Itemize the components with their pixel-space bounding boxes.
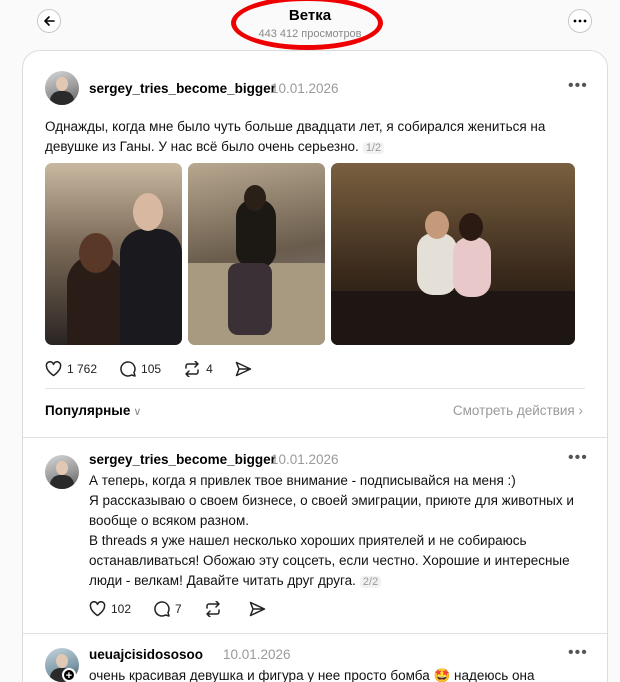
avatar[interactable]	[45, 455, 79, 489]
pagination-badge: 2/2	[359, 576, 382, 588]
chevron-right-icon: ›	[578, 403, 584, 418]
send-icon	[249, 601, 265, 616]
comment-button[interactable]: 7	[153, 600, 182, 617]
comment-button[interactable]: 105	[119, 360, 161, 377]
post-text: очень красивая девушка и фигура у нее пр…	[89, 668, 535, 682]
arrow-left-icon	[44, 16, 55, 26]
more-options-button[interactable]	[568, 9, 592, 33]
comment-icon	[154, 601, 170, 617]
post-photo-3[interactable]	[331, 163, 575, 345]
divider	[23, 437, 607, 438]
thread-card: sergey_tries_become_bigger 10.01.2026 ••…	[22, 50, 608, 682]
view-count: 443 412 просмотров	[258, 28, 362, 40]
comment-count: 7	[175, 601, 182, 616]
post-date: 10.01.2026	[271, 81, 339, 96]
pagination-badge: 1/2	[362, 142, 385, 154]
post-username[interactable]: sergey_tries_become_bigger	[89, 452, 276, 467]
repost-count: 4	[206, 361, 213, 376]
post-date: 10.01.2026	[223, 647, 291, 662]
like-button[interactable]: 102	[89, 600, 132, 617]
sort-label: Популярные	[45, 403, 131, 418]
post-username[interactable]: ueuajcisidososoo	[89, 647, 203, 662]
follow-plus-icon[interactable]: +	[62, 668, 76, 682]
post-text: А теперь, когда я привлек твое внимание …	[89, 473, 574, 588]
heart-icon	[89, 600, 106, 616]
post-photo-2[interactable]	[188, 163, 325, 345]
page-title: Ветка	[288, 7, 332, 24]
divider	[23, 633, 607, 634]
comment-count: 105	[141, 361, 162, 376]
heart-icon	[45, 360, 62, 376]
post-more-icon[interactable]: •••	[568, 644, 588, 662]
post-actions: 102 7	[89, 600, 293, 617]
divider	[45, 388, 585, 389]
repost-icon	[205, 600, 220, 617]
view-activity-link[interactable]: Смотреть действия ›	[453, 403, 583, 418]
repost-button[interactable]	[204, 600, 227, 617]
thread-header: Ветка 443 412 просмотров	[230, 0, 390, 40]
post-more-icon[interactable]: •••	[568, 449, 588, 467]
sort-dropdown[interactable]: Популярные ∨	[45, 403, 141, 418]
post-text: Однажды, когда мне было чуть больше двад…	[45, 119, 546, 154]
post-date: 10.01.2026	[271, 452, 339, 467]
repost-icon	[185, 360, 199, 377]
post-username[interactable]: sergey_tries_become_bigger	[89, 81, 276, 96]
share-button[interactable]	[249, 601, 271, 617]
like-button[interactable]: 1 762	[45, 360, 98, 377]
top-bar: Ветка 443 412 просмотров	[0, 0, 620, 50]
back-button[interactable]	[37, 9, 61, 33]
post-photo-1[interactable]	[45, 163, 182, 345]
like-count: 102	[111, 601, 132, 616]
like-count: 1 762	[67, 361, 98, 376]
avatar[interactable]	[45, 71, 79, 105]
share-button[interactable]	[235, 361, 257, 377]
post-actions: 1 762 105 4	[45, 360, 279, 377]
repost-button[interactable]: 4	[183, 360, 213, 377]
send-icon	[235, 361, 251, 376]
comment-icon	[120, 361, 136, 377]
more-icon	[573, 19, 587, 23]
post-more-icon[interactable]: •••	[568, 77, 588, 95]
chevron-down-icon: ∨	[133, 406, 142, 418]
